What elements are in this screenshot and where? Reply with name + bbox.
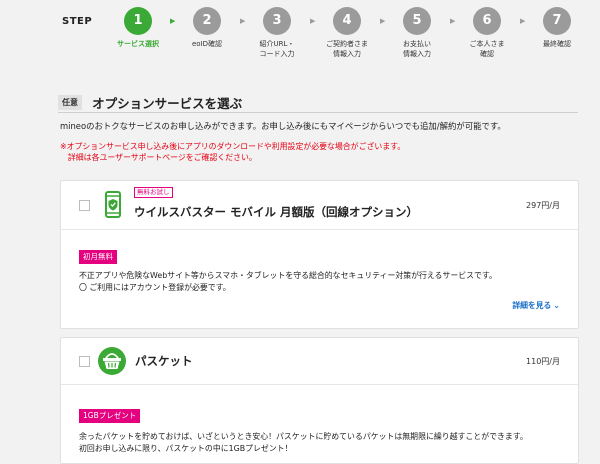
option-card-header[interactable]: 無料お試し ウイルスバスター モバイル 月額版（回線オプション） 297円/月 [61,181,578,230]
step-number: 5 [403,7,431,35]
optional-badge: 任意 [58,95,82,110]
step-label: eoID確認 [191,40,223,48]
step-1: 1 サービス選択 [103,7,173,49]
intro-text: mineoのおトクなサービスのお申し込みができます。お申し込み後にもマイページか… [60,121,506,131]
step-2: 2 eoID確認 [172,7,242,49]
section-title: オプションサービスを選ぶ [92,96,243,111]
option-name: ウイルスバスター モバイル 月額版（回線オプション） [134,205,419,219]
step-7: 7 最終確認 [522,7,592,49]
more-details-link[interactable]: 詳細を見る ⌄ [512,300,560,311]
option-card-passket: パスケット 110円/月 1GBプレゼント 余ったパケットを貯めておけば、いざと… [60,337,579,464]
step-label: ご本人さま 確認 [469,40,505,58]
step-number: 1 [124,7,152,35]
option-name: パスケット [135,354,193,368]
step-number: 4 [333,7,361,35]
option-card-virusbuster: 無料お試し ウイルスバスター モバイル 月額版（回線オプション） 297円/月 … [60,180,579,329]
section-header: 任意 オプションサービスを選ぶ [58,92,578,112]
campaign-tag: 初月無料 [79,250,117,264]
option-checkbox[interactable] [79,356,90,367]
step-label: サービス選択 [117,40,159,48]
step-3: 3 紹介URL・ コード入力 [242,7,312,59]
step-5: 5 お支払い 情報入力 [382,7,452,59]
option-description: 不正アプリや危険なWebサイト等からスマホ・タブレットを守る総合的なセキュリティ… [79,271,497,292]
free-trial-tag: 無料お試し [134,187,173,198]
basket-icon [97,346,127,376]
option-card-body: 初月無料 不正アプリや危険なWebサイト等からスマホ・タブレットを守る総合的なセ… [61,230,578,310]
chevron-down-icon: ⌄ [553,301,560,310]
step-number: 3 [263,7,291,35]
step-4: 4 ご契約者さま 情報入力 [312,7,382,59]
phone-shield-icon [101,191,127,219]
option-price: 297円/月 [526,201,560,210]
step-heading: STEP [62,16,93,27]
step-label: お支払い 情報入力 [403,40,431,58]
option-checkbox[interactable] [79,200,90,211]
campaign-tag: 1GBプレゼント [79,409,141,423]
step-number: 7 [543,7,571,35]
step-progress-bar: STEP 1 サービス選択 ▶ 2 eoID確認 ▶ 3 紹介URL・ コード入… [0,0,600,80]
step-label: 最終確認 [543,40,571,48]
step-6: 6 ご本人さま 確認 [452,7,522,59]
step-number: 2 [193,7,221,35]
option-card-body: 1GBプレゼント 余ったパケットを貯めておけば、いざというとき安心！パスケットに… [61,385,578,455]
step-label: ご契約者さま 情報入力 [326,40,368,58]
step-number: 6 [473,7,501,35]
notice-text: ※オプションサービス申し込み後にアプリのダウンロードや利用設定が必要な場合がござ… [60,142,406,162]
section-divider [58,112,578,113]
option-card-header[interactable]: パスケット 110円/月 [61,338,578,385]
more-details-label: 詳細を見る [512,301,552,310]
option-price: 110円/月 [526,357,560,366]
step-label: 紹介URL・ コード入力 [259,40,295,58]
option-description: 余ったパケットを貯めておけば、いざというとき安心！パスケットに貯めているパケット… [79,432,528,453]
